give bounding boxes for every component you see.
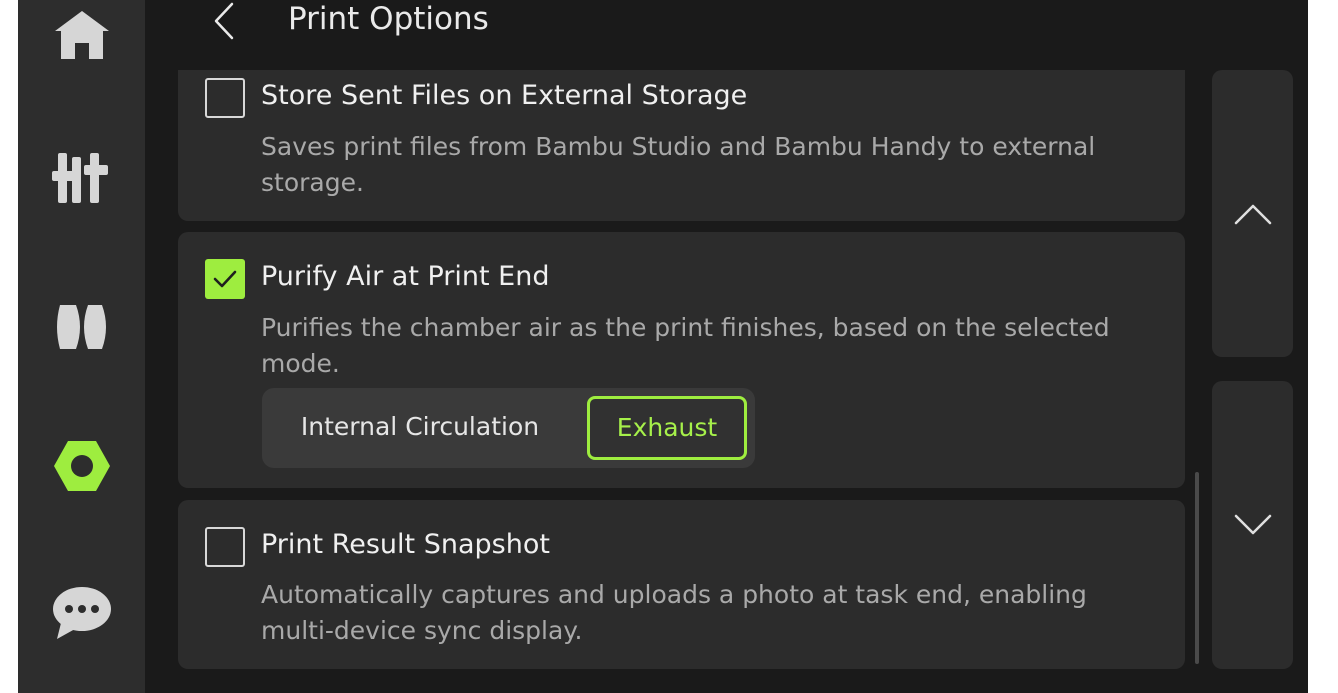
option-title: Print Result Snapshot	[261, 529, 550, 560]
settings-nut-icon	[53, 441, 110, 491]
sidebar-item-filament[interactable]	[18, 282, 145, 372]
scrollbar[interactable]	[1195, 472, 1199, 664]
page-title: Print Options	[288, 1, 489, 37]
option-title: Store Sent Files on External Storage	[261, 80, 748, 111]
sidebar-item-settings[interactable]	[18, 421, 145, 511]
snapshot-checkbox[interactable]	[205, 527, 245, 567]
external-storage-checkbox[interactable]	[205, 78, 245, 118]
home-icon	[54, 11, 109, 59]
chevron-left-icon	[214, 2, 234, 40]
option-card-purify-air: Purify Air at Print End Purifies the cha…	[178, 232, 1185, 488]
printer-screen: Print Options Store Sent Files on Extern…	[18, 0, 1308, 693]
option-title: Purify Air at Print End	[261, 261, 550, 292]
sidebar	[18, 0, 145, 693]
option-description: Purifies the chamber air as the print fi…	[261, 313, 1110, 378]
sidebar-item-controls[interactable]	[18, 133, 145, 223]
page-down-button[interactable]	[1212, 381, 1293, 669]
page-up-button[interactable]	[1212, 70, 1293, 357]
purify-mode-selector: Internal Circulation Exhaust	[262, 388, 755, 468]
option-card-external-storage: Store Sent Files on External Storage Sav…	[178, 70, 1185, 221]
mode-exhaust[interactable]: Exhaust	[587, 396, 747, 460]
option-description: Saves print files from Bambu Studio and …	[261, 132, 1096, 197]
option-description: Automatically captures and uploads a pho…	[261, 580, 1087, 645]
back-button[interactable]	[199, 0, 249, 42]
option-card-snapshot: Print Result Snapshot Automatically capt…	[178, 500, 1185, 669]
header: Print Options	[145, 0, 1308, 62]
messages-icon	[52, 587, 111, 639]
checkmark-icon	[213, 270, 237, 288]
sidebar-item-messages[interactable]	[18, 568, 145, 658]
mode-internal-circulation[interactable]: Internal Circulation	[272, 396, 568, 460]
filament-icon	[56, 305, 106, 349]
sidebar-item-home[interactable]	[18, 0, 145, 80]
controls-icon	[51, 153, 108, 203]
purify-air-checkbox[interactable]	[205, 259, 245, 299]
chevron-down-icon	[1234, 514, 1271, 535]
chevron-up-icon	[1234, 204, 1271, 224]
